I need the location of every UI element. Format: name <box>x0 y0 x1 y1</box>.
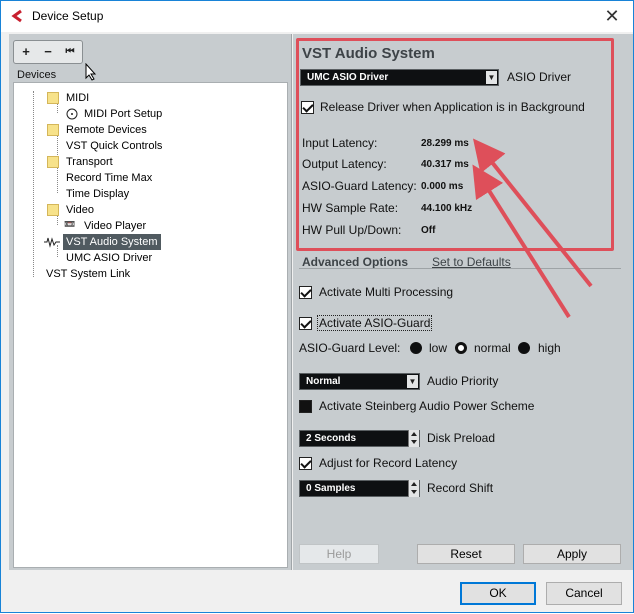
divider <box>299 268 621 269</box>
hw-sample-rate-label: HW Sample Rate: <box>302 201 399 215</box>
cubase-logo-icon <box>11 9 22 23</box>
asio-guard-label: Activate ASIO-Guard <box>317 315 433 331</box>
asio-guard-latency-label: ASIO-Guard Latency: <box>302 179 417 193</box>
level-high-label: high <box>538 341 561 355</box>
tree-item-midi[interactable]: MIDI <box>66 90 89 106</box>
spinner-arrows-icon[interactable] <box>408 480 419 497</box>
asio-guard-checkbox[interactable] <box>299 317 312 330</box>
folder-icon <box>47 156 59 168</box>
vst-audio-system-title: VST Audio System <box>302 45 435 62</box>
folder-icon <box>47 204 59 216</box>
tree-line <box>57 165 58 193</box>
advanced-options-title: Advanced Options <box>302 255 409 269</box>
apply-button[interactable]: Apply <box>523 544 621 564</box>
level-normal-radio[interactable] <box>455 342 467 354</box>
help-button[interactable]: Help <box>299 544 379 564</box>
asio-driver-value: UMC ASIO Driver <box>307 72 389 83</box>
disk-preload-value: 2 Seconds <box>306 433 357 444</box>
multi-processing-checkbox[interactable] <box>299 286 312 299</box>
asio-driver-label: ASIO Driver <box>507 70 572 84</box>
ok-button[interactable]: OK <box>460 582 536 605</box>
tree-item-vst-audio-system[interactable]: VST Audio System <box>63 234 161 250</box>
devices-tree: MIDI MIDI Port Setup Remote Devices VST … <box>13 82 288 568</box>
midi-port-icon <box>66 108 78 120</box>
adjust-latency-checkbox[interactable] <box>299 457 312 470</box>
audio-priority-label: Audio Priority <box>427 374 499 388</box>
record-shift-stepper[interactable]: 0 Samples <box>299 480 420 497</box>
tree-item-transport[interactable]: Transport <box>66 154 113 170</box>
disk-preload-label: Disk Preload <box>427 431 496 445</box>
set-to-defaults-link[interactable]: Set to Defaults <box>432 255 511 269</box>
record-shift-label: Record Shift <box>427 481 494 495</box>
asio-driver-select[interactable]: UMC ASIO Driver ▼ <box>300 69 499 86</box>
chevron-down-icon: ▼ <box>486 71 497 84</box>
output-latency-label: Output Latency: <box>302 157 387 171</box>
tree-item-time-display[interactable]: Time Display <box>66 186 129 202</box>
tree-item-vst-quick-controls[interactable]: VST Quick Controls <box>66 138 162 154</box>
adjust-latency-label: Adjust for Record Latency <box>319 456 458 470</box>
spinner-arrows-icon[interactable] <box>408 430 419 447</box>
mouse-cursor-icon <box>85 63 97 81</box>
input-latency-value: 28.299 ms <box>421 138 469 149</box>
level-normal-label: normal <box>474 341 511 355</box>
level-low-label: low <box>429 341 448 355</box>
add-device-button[interactable]: + <box>16 43 36 61</box>
release-driver-label: Release Driver when Application is in Ba… <box>320 100 585 114</box>
chevron-down-icon: ▼ <box>407 375 418 388</box>
tree-item-vst-system-link[interactable]: VST System Link <box>46 266 130 282</box>
folder-icon <box>47 124 59 136</box>
reset-button[interactable]: Reset <box>417 544 515 564</box>
tree-line <box>33 91 34 277</box>
audio-priority-value: Normal <box>306 376 341 387</box>
folder-icon <box>47 92 59 104</box>
audio-wave-icon <box>44 237 60 248</box>
tree-item-record-time-max[interactable]: Record Time Max <box>66 170 152 186</box>
tree-item-remote-devices[interactable]: Remote Devices <box>66 122 147 138</box>
tree-item-umc-asio-driver[interactable]: UMC ASIO Driver <box>66 250 152 266</box>
tree-item-midi-port-setup[interactable]: MIDI Port Setup <box>84 106 162 122</box>
asio-guard-latency-value: 0.000 ms <box>421 181 464 192</box>
power-scheme-label: Activate Steinberg Audio Power Scheme <box>319 399 535 413</box>
audio-priority-select[interactable]: Normal ▼ <box>299 373 420 390</box>
multi-processing-label: Activate Multi Processing <box>319 285 454 299</box>
remove-device-button[interactable]: − <box>38 43 58 61</box>
devices-label: Devices <box>17 69 57 81</box>
power-scheme-checkbox[interactable] <box>299 400 312 413</box>
devices-toolbar: + − ⏮ <box>13 40 83 64</box>
window-title: Device Setup <box>32 9 104 23</box>
disk-preload-stepper[interactable]: 2 Seconds <box>299 430 420 447</box>
devices-panel: + − ⏮ Devices MIDI MIDI Port Setup Remot… <box>9 34 292 570</box>
tree-item-video[interactable]: Video <box>66 202 94 218</box>
close-icon[interactable]: ✕ <box>600 5 624 27</box>
input-latency-label: Input Latency: <box>302 136 378 150</box>
record-shift-value: 0 Samples <box>306 483 356 494</box>
tree-item-video-player[interactable]: Video Player <box>84 218 146 234</box>
cancel-button[interactable]: Cancel <box>546 582 622 605</box>
level-low-radio[interactable] <box>410 342 422 354</box>
title-bar: Device Setup ✕ <box>1 1 633 32</box>
reset-device-button[interactable]: ⏮ <box>60 43 80 61</box>
video-player-icon: 📼 <box>64 219 76 229</box>
level-high-radio[interactable] <box>518 342 530 354</box>
hw-pull-label: HW Pull Up/Down: <box>302 223 402 237</box>
dialog-footer: OK Cancel <box>1 571 633 612</box>
asio-guard-level-label: ASIO-Guard Level: <box>299 341 401 355</box>
output-latency-value: 40.317 ms <box>421 159 469 170</box>
hw-pull-value: Off <box>421 225 436 236</box>
release-driver-checkbox[interactable] <box>301 101 314 114</box>
hw-sample-rate-value: 44.100 kHz <box>421 203 473 214</box>
device-setup-window: Device Setup ✕ + − ⏮ Devices MIDI MIDI P… <box>0 0 634 613</box>
